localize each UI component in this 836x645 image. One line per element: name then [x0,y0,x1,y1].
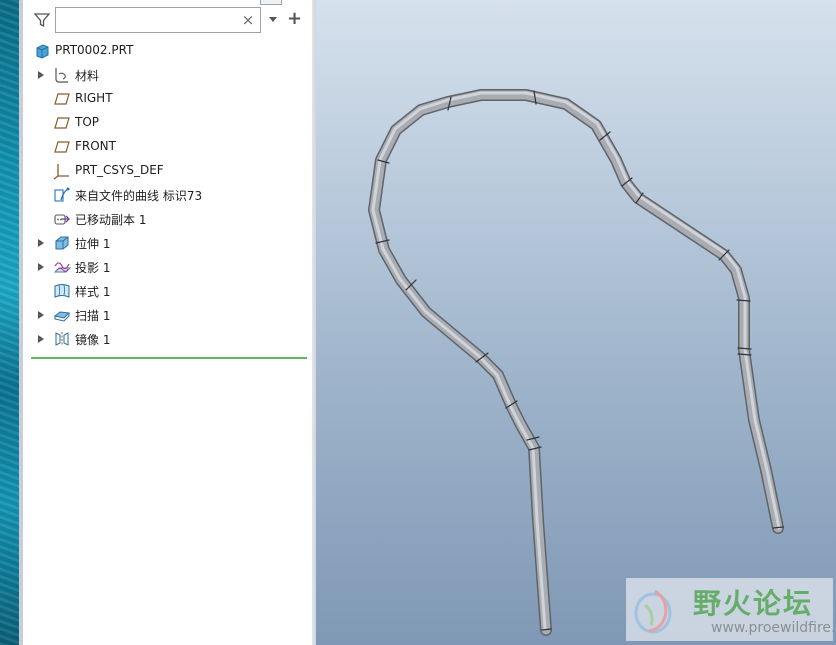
mirror-icon [55,332,69,346]
filter-row: × + [23,6,312,34]
watermark: 野火论坛 www.proewildfire.cn [626,578,836,641]
tree-item-label: 来自文件的曲线 标识73 [75,189,203,203]
tree-item-moved-copy[interactable]: 已移动副本 1 [23,208,312,230]
tree-item-label: PRT_CSYS_DEF [75,163,164,177]
expand-arrow-icon[interactable] [37,70,45,80]
search-input[interactable] [60,9,240,31]
add-icon[interactable]: + [287,9,302,29]
desktop-background-strip [0,0,19,645]
tree-item-label: 材料 [75,69,100,83]
extrude-icon [55,236,69,250]
flame-logo-icon [634,589,672,634]
tree-item-label: TOP [75,115,100,129]
panel-header-fragment [260,0,282,5]
datum-plane-icon [54,117,70,129]
chevron-down-icon[interactable] [268,14,278,24]
expand-arrow-icon[interactable] [37,262,45,272]
coordinate-system-icon [53,164,69,180]
watermark-title: 野火论坛 [693,587,814,620]
sweep-icon [53,311,71,322]
tree-item-label: RIGHT [75,91,113,105]
tree-item-label: 镜像 1 [75,333,111,347]
tree-item-extrude[interactable]: 拉伸 1 [23,232,312,254]
tree-item-label: 投影 1 [75,261,111,275]
tree-item-sweep[interactable]: 扫描 1 [23,304,312,326]
watermark-url: www.proewildfire.cn [711,620,836,636]
style-surface-icon [54,284,70,298]
tree-item-material[interactable]: 材料 [23,64,312,86]
tree-root[interactable]: PRT0002.PRT [23,40,312,62]
tree-item-label: 样式 1 [75,285,111,299]
expand-arrow-icon[interactable] [37,238,45,248]
tree-item-top[interactable]: TOP [23,112,312,134]
graphics-viewport[interactable]: 野火论坛 www.proewildfire.cn [316,0,836,645]
tree-item-projection[interactable]: 投影 1 [23,256,312,278]
filter-icon[interactable] [33,11,51,29]
tree-item-label: 已移动副本 1 [75,213,147,227]
part-cube-icon [36,44,49,59]
model-tree-panel: × + PRT0002.PRT 材料 RIGHT TOP FRONT PRT_C… [23,0,313,645]
curve-from-file-icon [54,187,70,202]
tree-item-label: 扫描 1 [75,309,111,323]
expand-arrow-icon[interactable] [37,310,45,320]
insert-here-marker[interactable] [31,357,307,359]
tree-item-mirror[interactable]: 镜像 1 [23,328,312,350]
tree-item-label: FRONT [75,139,116,153]
tree-item-curve-from-file[interactable]: 来自文件的曲线 标识73 [23,184,312,206]
material-icon [55,68,68,83]
datum-plane-icon [54,93,70,105]
tree-item-front[interactable]: FRONT [23,136,312,158]
tree-item-csys[interactable]: PRT_CSYS_DEF [23,160,312,182]
moved-copy-icon [54,214,70,225]
clear-icon[interactable]: × [240,11,256,29]
datum-plane-icon [54,141,70,153]
projection-icon [53,262,71,273]
search-box: × [55,7,261,33]
tube-model[interactable] [316,0,836,645]
tube-body [369,90,783,635]
expand-arrow-icon[interactable] [37,334,45,344]
tree-item-right[interactable]: RIGHT [23,88,312,110]
tree-root-label: PRT0002.PRT [55,43,134,57]
tree-item-style[interactable]: 样式 1 [23,280,312,302]
tree-item-label: 拉伸 1 [75,237,111,251]
